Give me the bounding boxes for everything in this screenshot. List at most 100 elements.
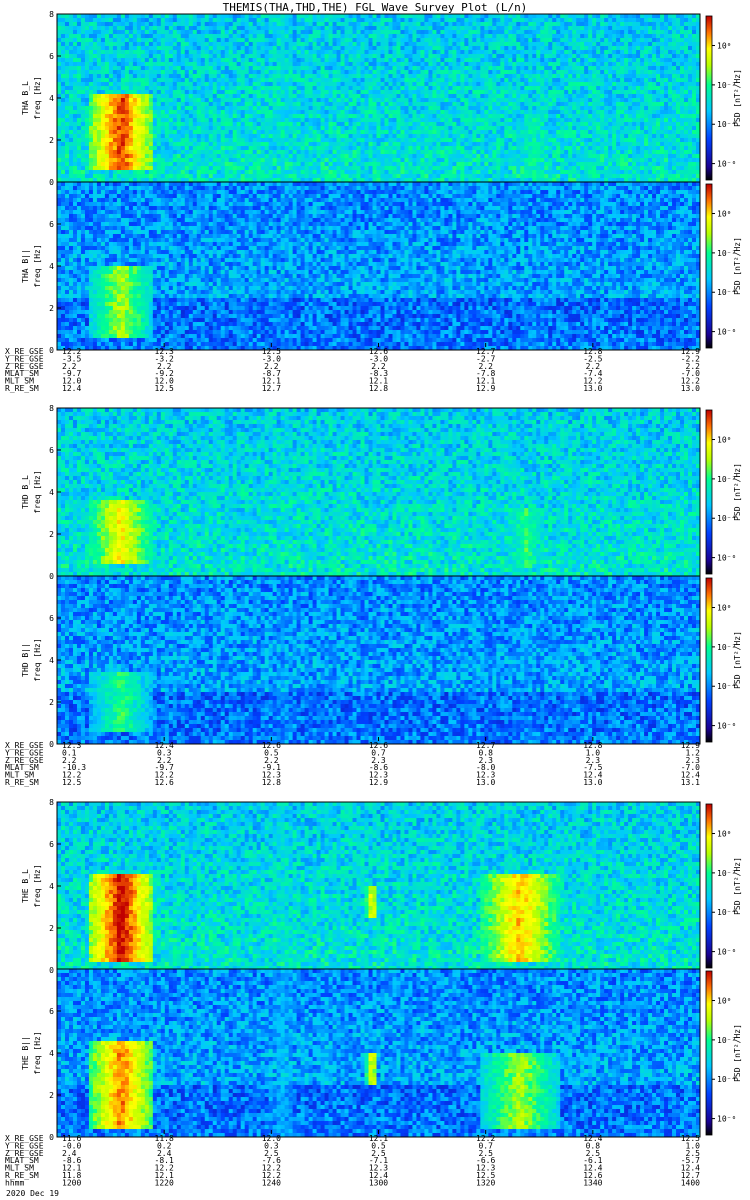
spectrogram-cell (77, 50, 81, 54)
spectrogram-cell (85, 138, 89, 142)
spectrogram-cell (125, 78, 129, 82)
spectrogram-cell (93, 30, 97, 34)
spectrogram-cell (57, 90, 61, 94)
spectrogram-cell (117, 130, 121, 134)
spectrogram-cell (77, 38, 81, 42)
spectrogram-cell (85, 150, 89, 154)
spectrogram-cell (121, 82, 125, 86)
spectrogram-cell (81, 110, 85, 114)
spectrogram-cell (81, 138, 85, 142)
spectrogram-cell (97, 78, 101, 82)
spectrogram-cell (57, 98, 61, 102)
spectrogram-cell (113, 26, 117, 30)
spectrogram-cell (85, 158, 89, 162)
spectrogram-cell (113, 38, 117, 42)
spectrogram-cell (121, 166, 125, 170)
spectrogram-cell (69, 170, 73, 174)
spectrogram-cell (129, 34, 133, 38)
spectrogram-cell (81, 102, 85, 106)
spectrogram-cell (57, 22, 61, 26)
spectrogram-cell (77, 94, 81, 98)
spectrogram-cell (105, 22, 109, 26)
spectrogram-cell (65, 138, 69, 142)
spectrogram-cell (129, 126, 133, 130)
spectrogram-cell (129, 110, 133, 114)
spectrogram-cell (105, 82, 109, 86)
spectrogram-cell (129, 50, 133, 54)
spectrogram-cell (101, 86, 105, 90)
spectrogram-cell (73, 22, 77, 26)
spectrogram-cell (73, 78, 77, 82)
spectrogram-cell (129, 118, 133, 122)
spectrogram-cell (57, 174, 61, 178)
spectrogram-cell (61, 122, 65, 126)
spectrogram-cell (89, 142, 93, 146)
spectrogram-cell (77, 22, 81, 26)
spectrogram-cell (57, 150, 61, 154)
spectrogram-cell (61, 26, 65, 30)
spectrogram-cell (73, 34, 77, 38)
spectrogram-cell (121, 42, 125, 46)
spectrogram-cell (101, 142, 105, 146)
spectrogram-cell (81, 166, 85, 170)
spectrogram-cell (89, 58, 93, 62)
spectrogram-cell (89, 86, 93, 90)
spectrogram-cell (57, 26, 61, 30)
spectrogram-cell (77, 118, 81, 122)
spectrogram-cell (129, 146, 133, 150)
spectrogram-cell (61, 74, 65, 78)
spectrogram-cell (101, 98, 105, 102)
spectrogram-cell (97, 82, 101, 86)
spectrogram-cell (77, 146, 81, 150)
spectrogram-cell (65, 134, 69, 138)
spectrogram-cell (73, 166, 77, 170)
spectrogram-cell (105, 158, 109, 162)
spectrogram-cell (77, 46, 81, 50)
spectrogram-cell (129, 46, 133, 50)
spectrogram-cell (125, 34, 129, 38)
spectrogram-cell (69, 134, 73, 138)
spectrogram-cell (69, 58, 73, 62)
spectrogram-cell (73, 158, 77, 162)
spectrogram-cell (121, 114, 125, 118)
spectrogram-cell (61, 22, 65, 26)
spectrogram-cell (113, 18, 117, 22)
spectrogram-cell (109, 66, 113, 70)
spectrogram-cell (129, 122, 133, 126)
plot-title: THEMIS(THA,THD,THE) FGL Wave Survey Plot… (223, 1, 528, 14)
spectrogram-cell (89, 146, 93, 150)
spectrogram-cell (65, 86, 69, 90)
spectrogram-cell (97, 54, 101, 58)
spectrogram-cell (101, 126, 105, 130)
spectrogram-cell (117, 110, 121, 114)
spectrogram-cell (97, 142, 101, 146)
spectrogram-cell (85, 26, 89, 30)
spectrogram-cell (129, 90, 133, 94)
spectrogram-cell (113, 118, 117, 122)
spectrogram-cell (117, 34, 121, 38)
spectrogram-cell (85, 54, 89, 58)
spectrogram-cell (57, 106, 61, 110)
spectrogram-cell (65, 30, 69, 34)
spectrogram-cell (93, 46, 97, 50)
spectrogram-cell (101, 114, 105, 118)
spectrogram-cell (105, 26, 109, 30)
spectrogram-cell (65, 150, 69, 154)
spectrogram-cell (97, 158, 101, 162)
spectrogram-cell (117, 82, 121, 86)
spectrogram-cell (93, 70, 97, 74)
spectrogram-cell (109, 42, 113, 46)
spectrogram-cell (125, 102, 129, 106)
spectrogram-cell (65, 26, 69, 30)
spectrogram-cell (69, 142, 73, 146)
spectrogram-cell (65, 106, 69, 110)
spectrogram-cell (93, 94, 97, 98)
spectrogram-cell (105, 138, 109, 142)
spectrogram-cell (109, 78, 113, 82)
spectrogram-cell (125, 138, 129, 142)
spectrogram-cell (93, 166, 97, 170)
spectrogram-cell (61, 98, 65, 102)
spectrogram-cell (97, 146, 101, 150)
spectrogram-cell (61, 90, 65, 94)
spectrogram-cell (129, 74, 133, 78)
